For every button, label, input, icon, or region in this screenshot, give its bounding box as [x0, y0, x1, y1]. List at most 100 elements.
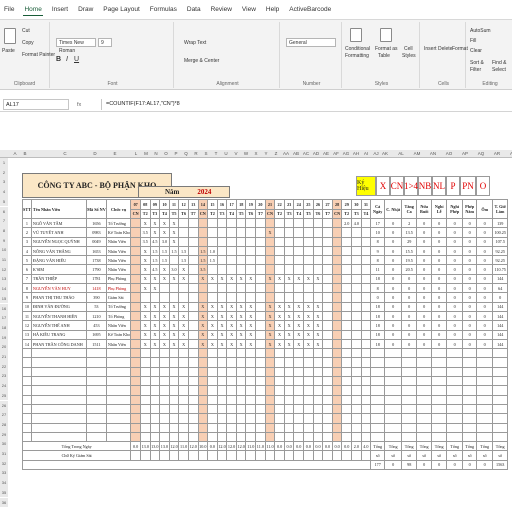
empty-cell[interactable] [105, 366, 132, 378]
attendance-cell[interactable]: X [274, 338, 285, 350]
empty-cell[interactable] [462, 403, 478, 415]
attendance-cell[interactable]: X [149, 227, 161, 238]
empty-row[interactable] [22, 385, 509, 396]
empty-cell[interactable] [255, 357, 266, 368]
attendance-cell[interactable]: X [245, 301, 257, 312]
col-header-s[interactable]: S [201, 151, 211, 156]
empty-cell[interactable] [401, 357, 418, 368]
col-header-n[interactable]: N [151, 151, 161, 156]
empty-cell[interactable] [85, 413, 107, 424]
empty-cell[interactable] [312, 348, 324, 359]
attendance-cell[interactable] [216, 264, 228, 275]
attendance-cell[interactable]: X [197, 320, 209, 331]
attendance-cell[interactable] [351, 236, 362, 247]
attendance-cell[interactable]: X [303, 320, 314, 331]
attendance-cell[interactable] [226, 255, 237, 266]
empty-cell[interactable] [360, 366, 372, 378]
col-header-r[interactable]: R [191, 151, 201, 156]
empty-cell[interactable] [446, 385, 464, 396]
row-header[interactable]: 6 [0, 206, 8, 217]
tab-home[interactable]: Home [23, 4, 43, 16]
empty-cell[interactable] [293, 357, 305, 368]
attendance-cell[interactable]: X [226, 301, 237, 312]
attendance-cell[interactable] [322, 236, 333, 247]
empty-cell[interactable] [462, 413, 478, 424]
row-header[interactable]: 34 [0, 478, 8, 488]
summary-cell[interactable]: 0 [431, 283, 448, 294]
summary-cell[interactable]: 64 [492, 283, 509, 294]
attendance-cell[interactable] [226, 217, 237, 229]
row-header[interactable]: 27 [0, 410, 8, 420]
attendance-cell[interactable] [303, 245, 314, 257]
row-header[interactable]: 36 [0, 497, 8, 508]
empty-cell[interactable] [139, 394, 151, 405]
empty-cell[interactable] [168, 431, 180, 443]
empty-cell[interactable] [159, 431, 170, 443]
empty-cell[interactable] [159, 385, 170, 396]
empty-cell[interactable] [401, 413, 418, 424]
empty-cell[interactable] [476, 357, 494, 368]
attendance-cell[interactable]: X [168, 310, 180, 322]
col-header-ac[interactable]: AC [301, 151, 311, 156]
empty-cell[interactable] [492, 431, 509, 443]
summary-cell[interactable]: 0 [431, 264, 448, 275]
empty-cell[interactable] [197, 366, 209, 378]
attendance-cell[interactable]: X [207, 320, 218, 331]
employee-name[interactable]: ĐINH VĂN ĐƯỜNG [30, 301, 87, 312]
attendance-cell[interactable] [283, 264, 295, 275]
col-header-ao[interactable]: AO [444, 151, 454, 156]
empty-cell[interactable] [197, 394, 209, 405]
attendance-cell[interactable] [197, 236, 209, 247]
attendance-cell[interactable] [360, 264, 372, 275]
row-header[interactable]: 29 [0, 429, 8, 440]
summary-cell[interactable]: 0 [462, 217, 478, 229]
attendance-cell[interactable] [341, 245, 352, 257]
summary-cell[interactable]: 0 [384, 310, 403, 322]
attendance-cell[interactable] [235, 245, 247, 257]
attendance-cell[interactable]: X [283, 320, 295, 331]
col-header-aq[interactable]: AQ [476, 151, 486, 156]
employee-code[interactable]: 53 [85, 301, 107, 312]
empty-row[interactable] [22, 422, 509, 433]
empty-cell[interactable] [431, 422, 448, 433]
row-header[interactable]: 26 [0, 400, 8, 411]
empty-cell[interactable] [30, 366, 87, 378]
attendance-cell[interactable] [312, 245, 324, 257]
cell-styles-button[interactable]: Cell [404, 46, 413, 52]
empty-cell[interactable] [384, 357, 403, 368]
empty-cell[interactable] [245, 376, 257, 387]
empty-cell[interactable] [341, 385, 352, 396]
attendance-cell[interactable] [331, 236, 343, 247]
column-headers[interactable]: A B C D E L M N O P Q R S T U V W X Y Z AA AB AC AD AE AF AG AH AI AJ… [0, 150, 512, 158]
attendance-cell[interactable] [187, 329, 199, 340]
employee-role[interactable]: Nhân Viên [105, 338, 132, 350]
attendance-cell[interactable] [264, 245, 276, 257]
empty-cell[interactable] [370, 366, 386, 378]
empty-cell[interactable] [264, 413, 276, 424]
attendance-cell[interactable] [187, 273, 199, 285]
summary-cell[interactable]: 0 [476, 245, 494, 257]
empty-cell[interactable] [216, 357, 228, 368]
empty-cell[interactable] [168, 366, 180, 378]
empty-cell[interactable] [322, 357, 333, 368]
empty-cell[interactable] [187, 357, 199, 368]
row-number[interactable]: 3 [22, 236, 32, 247]
attendance-cell[interactable] [283, 283, 295, 294]
empty-cell[interactable] [462, 394, 478, 405]
summary-cell[interactable]: 0 [462, 338, 478, 350]
col-header-y[interactable]: Y [261, 151, 271, 156]
employee-name[interactable]: HÀ KIỀU TRANG [30, 329, 87, 340]
col-header-b[interactable]: B [20, 151, 30, 156]
attendance-cell[interactable]: X [178, 310, 189, 322]
attendance-cell[interactable] [207, 217, 218, 229]
table-row[interactable]: 11 NGUYỄN THANH HIỀN 1210 Tổ Phòng X X X X X X X X X… [22, 310, 509, 322]
empty-cell[interactable] [351, 431, 362, 443]
attendance-cell[interactable]: X [264, 320, 276, 331]
empty-cell[interactable] [149, 394, 161, 405]
row-header[interactable]: 2 [0, 167, 8, 178]
row-header[interactable]: 13 [0, 274, 8, 285]
summary-cell[interactable]: 0 [462, 264, 478, 275]
attendance-cell[interactable] [322, 264, 333, 275]
summary-cell[interactable]: 20.5 [401, 264, 418, 275]
row-number[interactable]: 2 [22, 227, 32, 238]
